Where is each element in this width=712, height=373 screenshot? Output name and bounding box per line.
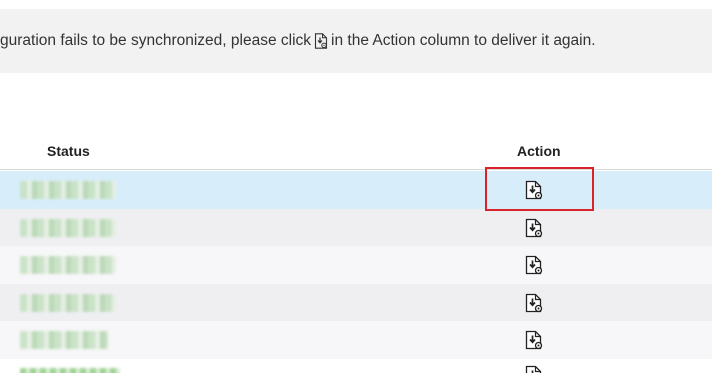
status-cell (20, 331, 108, 349)
deliver-config-icon (525, 180, 543, 200)
deliver-config-button[interactable] (524, 180, 544, 200)
deliver-config-icon (525, 293, 543, 312)
table-row[interactable] (0, 358, 712, 373)
deliver-config-icon (525, 365, 542, 373)
table-body (0, 171, 712, 373)
deliver-config-button[interactable] (524, 330, 544, 350)
table-header: Status Action (0, 130, 712, 170)
deliver-config-icon (314, 33, 328, 49)
deliver-config-button[interactable] (524, 218, 544, 238)
status-cell (20, 293, 116, 312)
deliver-config-button[interactable] (524, 293, 544, 313)
column-header-action[interactable]: Action (517, 143, 561, 159)
table-row[interactable] (0, 171, 712, 209)
status-cell (20, 256, 116, 274)
notice-text-start: guration fails to be synchronized, pleas… (0, 32, 312, 49)
status-cell (20, 367, 120, 373)
deliver-config-button[interactable] (524, 365, 544, 373)
table-row[interactable] (0, 246, 712, 284)
table-row[interactable] (0, 283, 712, 321)
page: guration fails to be synchronized, pleas… (0, 0, 712, 373)
status-cell (20, 218, 116, 237)
column-header-status[interactable]: Status (47, 143, 90, 159)
deliver-config-icon (525, 218, 543, 237)
status-cell (20, 181, 116, 199)
table-row[interactable] (0, 208, 712, 246)
deliver-config-button[interactable] (524, 255, 544, 275)
sync-notice-banner: guration fails to be synchronized, pleas… (0, 9, 712, 73)
deliver-config-icon (525, 330, 543, 350)
notice-text-end: in the Action column to deliver it again… (331, 32, 596, 49)
deliver-config-icon (525, 255, 543, 275)
table-row[interactable] (0, 321, 712, 359)
